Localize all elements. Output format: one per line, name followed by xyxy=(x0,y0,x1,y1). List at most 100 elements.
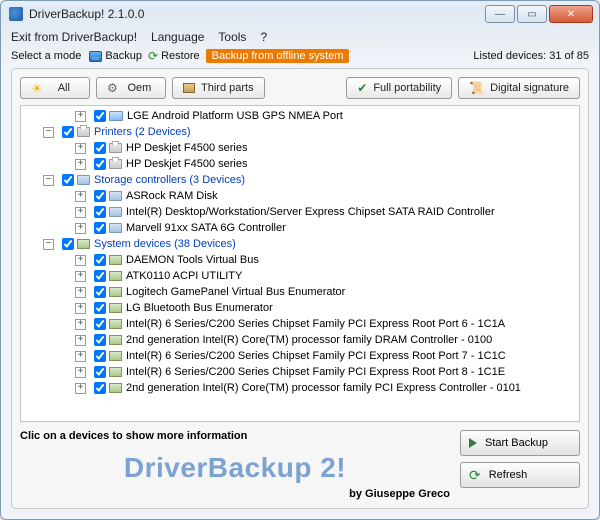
mode-offline[interactable]: Backup from offline system xyxy=(206,49,350,63)
filter-oem-button[interactable]: ⚙ Oem xyxy=(96,77,166,99)
expand-toggle[interactable]: + xyxy=(75,367,86,378)
item-checkbox[interactable] xyxy=(62,238,74,250)
item-checkbox[interactable] xyxy=(94,366,106,378)
digital-signature-label: Digital signature xyxy=(490,82,569,94)
item-checkbox[interactable] xyxy=(94,302,106,314)
menu-tools[interactable]: Tools xyxy=(218,30,246,44)
item-checkbox[interactable] xyxy=(94,190,106,202)
expand-toggle[interactable]: − xyxy=(43,175,54,186)
item-checkbox[interactable] xyxy=(94,158,106,170)
tree-category[interactable]: −System devices (38 Devices) xyxy=(21,236,579,252)
item-checkbox[interactable] xyxy=(94,286,106,298)
tree-category[interactable]: − Printers (2 Devices) xyxy=(21,124,579,140)
expand-toggle[interactable]: + xyxy=(75,111,86,122)
start-backup-button[interactable]: Start Backup xyxy=(460,430,580,456)
tree-item[interactable]: +DAEMON Tools Virtual Bus xyxy=(21,252,579,268)
byline: by Giuseppe Greco xyxy=(20,488,450,500)
tree-item[interactable]: +ASRock RAM Disk xyxy=(21,188,579,204)
item-checkbox[interactable] xyxy=(94,350,106,362)
expand-toggle[interactable]: + xyxy=(75,335,86,346)
prn-icon xyxy=(109,143,122,153)
mode-restore[interactable]: ⟳ Restore xyxy=(148,49,200,63)
menu-language[interactable]: Language xyxy=(151,30,204,44)
expand-toggle[interactable]: + xyxy=(75,319,86,330)
menu-help[interactable]: ? xyxy=(260,30,267,44)
chip-icon xyxy=(109,303,122,313)
filter-all-button[interactable]: ☀ All xyxy=(20,77,90,99)
tree-item[interactable]: + LG Bluetooth Bus Enumerator xyxy=(21,300,579,316)
filter-all-label: All xyxy=(49,82,79,94)
tree-item[interactable]: +HP Deskjet F4500 series xyxy=(21,156,579,172)
item-checkbox[interactable] xyxy=(94,222,106,234)
expand-toggle[interactable]: + xyxy=(75,255,86,266)
tree-item[interactable]: +2nd generation Intel(R) Core(TM) proces… xyxy=(21,380,579,396)
item-checkbox[interactable] xyxy=(94,142,106,154)
filter-thirdparts-button[interactable]: Third parts xyxy=(172,77,265,99)
tree-item[interactable]: + ATK0110 ACPI UTILITY xyxy=(21,268,579,284)
disk-icon xyxy=(89,51,102,62)
device-tree[interactable]: +LGE Android Platform USB GPS NMEA Port−… xyxy=(20,105,580,422)
play-icon xyxy=(469,438,477,448)
minimize-button[interactable]: — xyxy=(485,5,515,23)
expand-toggle[interactable]: + xyxy=(75,143,86,154)
item-checkbox[interactable] xyxy=(94,382,106,394)
expand-toggle[interactable]: − xyxy=(43,239,54,250)
item-label: Intel(R) Desktop/Workstation/Server Expr… xyxy=(126,206,495,218)
item-checkbox[interactable] xyxy=(94,110,106,122)
maximize-button[interactable]: ▭ xyxy=(517,5,547,23)
tree-category[interactable]: − Storage controllers (3 Devices) xyxy=(21,172,579,188)
item-checkbox[interactable] xyxy=(94,334,106,346)
expand-toggle[interactable]: + xyxy=(75,191,86,202)
refresh-button[interactable]: ⟳ Refresh xyxy=(460,462,580,488)
select-mode-label: Select a mode xyxy=(11,50,81,62)
chip-icon xyxy=(109,287,122,297)
item-checkbox[interactable] xyxy=(94,270,106,282)
brand-title: DriverBackup 2! xyxy=(20,452,450,484)
item-label: Marvell 91xx SATA 6G Controller xyxy=(126,222,286,234)
item-checkbox[interactable] xyxy=(94,318,106,330)
item-checkbox[interactable] xyxy=(62,174,74,186)
item-checkbox[interactable] xyxy=(62,126,74,138)
item-label: Printers (2 Devices) xyxy=(94,126,191,138)
tree-item[interactable]: +Logitech GamePanel Virtual Bus Enumerat… xyxy=(21,284,579,300)
tree-item[interactable]: + Intel(R) Desktop/Workstation/Server Exp… xyxy=(21,204,579,220)
item-label: ATK0110 ACPI UTILITY xyxy=(126,270,242,282)
info-hint: Clic on a devices to show more informati… xyxy=(20,430,450,442)
prn-icon xyxy=(77,127,90,137)
close-button[interactable]: ✕ xyxy=(549,5,593,23)
expand-toggle[interactable]: + xyxy=(75,383,86,394)
item-label: Storage controllers (3 Devices) xyxy=(94,174,245,186)
item-label: LG Bluetooth Bus Enumerator xyxy=(126,302,273,314)
drv-icon xyxy=(77,175,90,185)
mode-backup-label: Backup xyxy=(105,50,142,62)
titlebar[interactable]: DriverBackup! 2.1.0.0 — ▭ ✕ xyxy=(1,1,599,27)
chip-icon xyxy=(109,335,122,345)
menu-exit[interactable]: Exit from DriverBackup! xyxy=(11,30,137,44)
drv-icon xyxy=(109,223,122,233)
digital-signature-button[interactable]: 📜 Digital signature xyxy=(458,77,580,99)
drv-icon xyxy=(109,207,122,217)
filter-oem-label: Oem xyxy=(124,82,155,94)
chip-icon xyxy=(109,255,122,265)
tree-item[interactable]: + Marvell 91xx SATA 6G Controller xyxy=(21,220,579,236)
item-checkbox[interactable] xyxy=(94,206,106,218)
tree-item[interactable]: +Intel(R) 6 Series/C200 Series Chipset F… xyxy=(21,316,579,332)
tree-item[interactable]: +LGE Android Platform USB GPS NMEA Port xyxy=(21,108,579,124)
main-panel: ☀ All ⚙ Oem Third parts ✔ Full portabili… xyxy=(11,68,589,509)
expand-toggle[interactable]: + xyxy=(75,287,86,298)
expand-toggle[interactable]: + xyxy=(75,207,86,218)
tree-item[interactable]: +HP Deskjet F4500 series xyxy=(21,140,579,156)
mode-backup[interactable]: Backup xyxy=(89,50,142,62)
tree-item[interactable]: +Intel(R) 6 Series/C200 Series Chipset F… xyxy=(21,348,579,364)
expand-toggle[interactable]: + xyxy=(75,271,86,282)
tree-item[interactable]: +2nd generation Intel(R) Core(TM) proces… xyxy=(21,332,579,348)
expand-toggle[interactable]: + xyxy=(75,351,86,362)
expand-toggle[interactable]: + xyxy=(75,223,86,234)
box-icon xyxy=(183,83,195,93)
expand-toggle[interactable]: − xyxy=(43,127,54,138)
full-portability-button[interactable]: ✔ Full portability xyxy=(346,77,452,99)
tree-item[interactable]: +Intel(R) 6 Series/C200 Series Chipset F… xyxy=(21,364,579,380)
expand-toggle[interactable]: + xyxy=(75,159,86,170)
item-checkbox[interactable] xyxy=(94,254,106,266)
expand-toggle[interactable]: + xyxy=(75,303,86,314)
